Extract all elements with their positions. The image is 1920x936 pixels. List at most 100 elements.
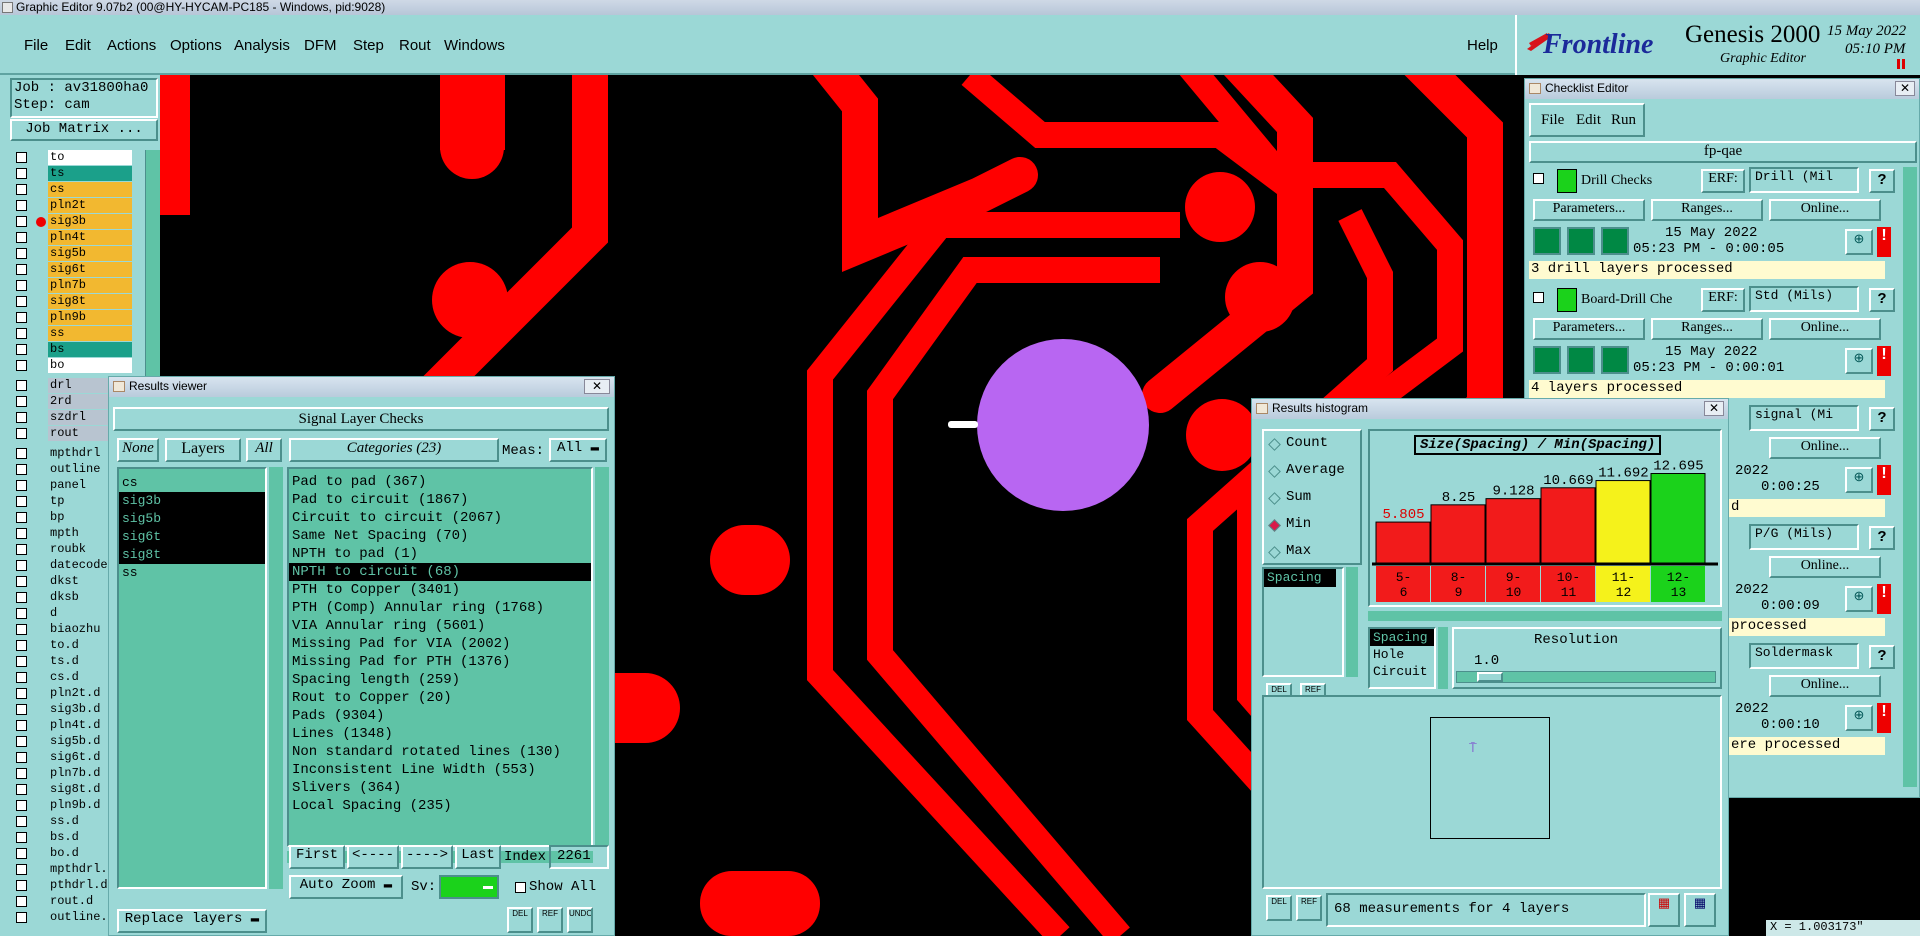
layer-checkbox[interactable] xyxy=(16,736,27,747)
layer-checkbox[interactable] xyxy=(16,768,27,779)
type-list[interactable]: Spacing Hole Circuit xyxy=(1368,627,1436,689)
help-icon[interactable]: ? xyxy=(1869,526,1895,550)
layer-row[interactable]: pln2t xyxy=(12,198,132,214)
mode-radio-count[interactable]: Count xyxy=(1268,435,1358,455)
menu-edit[interactable]: Edit xyxy=(65,37,91,54)
result-layer-item[interactable]: cs xyxy=(119,474,265,492)
layer-checkbox[interactable] xyxy=(16,344,27,355)
run-icon[interactable] xyxy=(1601,346,1629,374)
help-icon[interactable]: ? xyxy=(1869,288,1895,312)
layer-checkbox[interactable] xyxy=(16,704,27,715)
pause-icon[interactable] xyxy=(1897,59,1905,69)
layer-checkbox[interactable] xyxy=(16,912,27,923)
close-icon[interactable]: ✕ xyxy=(584,379,610,394)
resolution-slider[interactable] xyxy=(1456,671,1716,683)
layer-row[interactable]: sig5b xyxy=(12,246,132,262)
layer-checkbox[interactable] xyxy=(16,512,27,523)
category-item[interactable]: PTH (Comp) Annular ring (1768) xyxy=(289,599,591,617)
layer-checkbox[interactable] xyxy=(16,720,27,731)
layer-row[interactable]: to xyxy=(12,150,132,166)
mode-radio-sum[interactable]: Sum xyxy=(1268,489,1358,509)
help-icon[interactable]: ? xyxy=(1869,407,1895,431)
ranges-button[interactable]: Ranges... xyxy=(1651,318,1763,340)
layer-checkbox[interactable] xyxy=(16,896,27,907)
menu-help[interactable]: Help xyxy=(1467,37,1498,54)
layer-checkbox[interactable] xyxy=(16,848,27,859)
action-name[interactable]: Drill Checks xyxy=(1581,173,1652,189)
alert-icon[interactable]: ! xyxy=(1877,227,1891,257)
category-item[interactable]: Spacing length (259) xyxy=(289,671,591,689)
erf-field[interactable]: signal (Mi xyxy=(1749,405,1859,431)
prev-button[interactable]: <---- xyxy=(347,845,399,869)
close-icon[interactable]: ✕ xyxy=(1704,401,1724,416)
meas-dropdown[interactable]: All ▬ xyxy=(549,438,607,462)
layer-row[interactable]: cs xyxy=(12,182,132,198)
close-icon[interactable]: ✕ xyxy=(1895,81,1915,96)
result-layer-item[interactable]: sig6t xyxy=(119,528,265,546)
histogram-zoom-icon[interactable]: ▦ xyxy=(1684,893,1716,927)
layer-checkbox[interactable] xyxy=(16,480,27,491)
layer-name[interactable]: cs xyxy=(48,182,132,197)
layer-checkbox[interactable] xyxy=(16,380,27,391)
type-item[interactable]: Hole xyxy=(1370,646,1434,663)
menu-analysis[interactable]: Analysis xyxy=(234,37,290,54)
auto-zoom-dropdown[interactable]: Auto Zoom ▬ xyxy=(289,875,403,899)
category-item[interactable]: Lines (1348) xyxy=(289,725,591,743)
histogram-hscrollbar[interactable] xyxy=(1368,611,1722,621)
last-button[interactable]: Last xyxy=(455,845,501,869)
layer-name[interactable]: sig3b xyxy=(48,214,132,229)
category-item[interactable]: Inconsistent Line Width (553) xyxy=(289,761,591,779)
alert-icon[interactable]: ! xyxy=(1877,346,1891,376)
layer-checkbox[interactable] xyxy=(16,656,27,667)
measure-list[interactable]: Spacing xyxy=(1262,567,1344,677)
result-layer-item[interactable]: sig5b xyxy=(119,510,265,528)
layer-checkbox[interactable] xyxy=(16,200,27,211)
erf-field[interactable]: Std (Mils) xyxy=(1749,286,1859,312)
menu-file[interactable]: File xyxy=(24,37,48,54)
histogram-bar[interactable] xyxy=(1650,473,1706,564)
menu-options[interactable]: Options xyxy=(170,37,222,54)
mode-radio-max[interactable]: Max xyxy=(1268,543,1358,563)
run-icon[interactable] xyxy=(1533,346,1561,374)
layer-checkbox[interactable] xyxy=(16,312,27,323)
layer-checkbox[interactable] xyxy=(16,184,27,195)
ref-icon[interactable]: REF xyxy=(1296,895,1322,921)
layer-checkbox[interactable] xyxy=(16,800,27,811)
zoom-icon[interactable]: ⊕ xyxy=(1845,229,1873,255)
alert-icon[interactable]: ! xyxy=(1877,584,1891,614)
category-item[interactable]: Local Spacing (235) xyxy=(289,797,591,815)
layer-checkbox[interactable] xyxy=(16,880,27,891)
parameters-button[interactable]: Parameters... xyxy=(1533,318,1645,340)
del-icon[interactable]: DEL xyxy=(1266,895,1292,921)
online-button[interactable]: Online... xyxy=(1769,556,1881,578)
layer-checkbox[interactable] xyxy=(16,816,27,827)
layer-checkbox[interactable] xyxy=(16,528,27,539)
category-item[interactable]: Missing Pad for PTH (1376) xyxy=(289,653,591,671)
measure-list-item[interactable]: Spacing xyxy=(1264,569,1336,587)
layer-checkbox[interactable] xyxy=(16,248,27,259)
layer-checkbox[interactable] xyxy=(16,396,27,407)
help-icon[interactable]: ? xyxy=(1869,645,1895,669)
layer-checkbox[interactable] xyxy=(16,448,27,459)
measure-list-scrollbar[interactable] xyxy=(1346,567,1358,677)
category-item[interactable]: Rout to Copper (20) xyxy=(289,689,591,707)
layer-row[interactable]: pln4t xyxy=(12,230,132,246)
run-icon[interactable] xyxy=(1567,227,1595,255)
layers-button[interactable]: Layers xyxy=(165,438,241,462)
layer-results-list[interactable]: cs sig3b sig5b sig6t sig8t ss xyxy=(117,467,267,889)
layer-name[interactable]: bs xyxy=(48,342,132,357)
layer-checkbox[interactable] xyxy=(16,832,27,843)
none-button[interactable]: None xyxy=(117,438,159,462)
online-button[interactable]: Online... xyxy=(1769,675,1881,697)
cl-menu-edit[interactable]: Edit xyxy=(1576,112,1601,129)
all-button[interactable]: All xyxy=(246,438,282,462)
categories-button[interactable]: Categories (23) xyxy=(289,438,499,462)
category-item[interactable]: Pads (9304) xyxy=(289,707,591,725)
action-name[interactable]: Board-Drill Che xyxy=(1581,292,1672,308)
layer-name[interactable]: pln2t xyxy=(48,198,132,213)
histogram-bar[interactable] xyxy=(1485,498,1541,564)
category-item[interactable]: Same Net Spacing (70) xyxy=(289,527,591,545)
sv-color-dropdown[interactable]: ▬ xyxy=(439,875,499,899)
zoom-icon[interactable]: ⊕ xyxy=(1845,586,1873,612)
layer-checkbox[interactable] xyxy=(16,168,27,179)
